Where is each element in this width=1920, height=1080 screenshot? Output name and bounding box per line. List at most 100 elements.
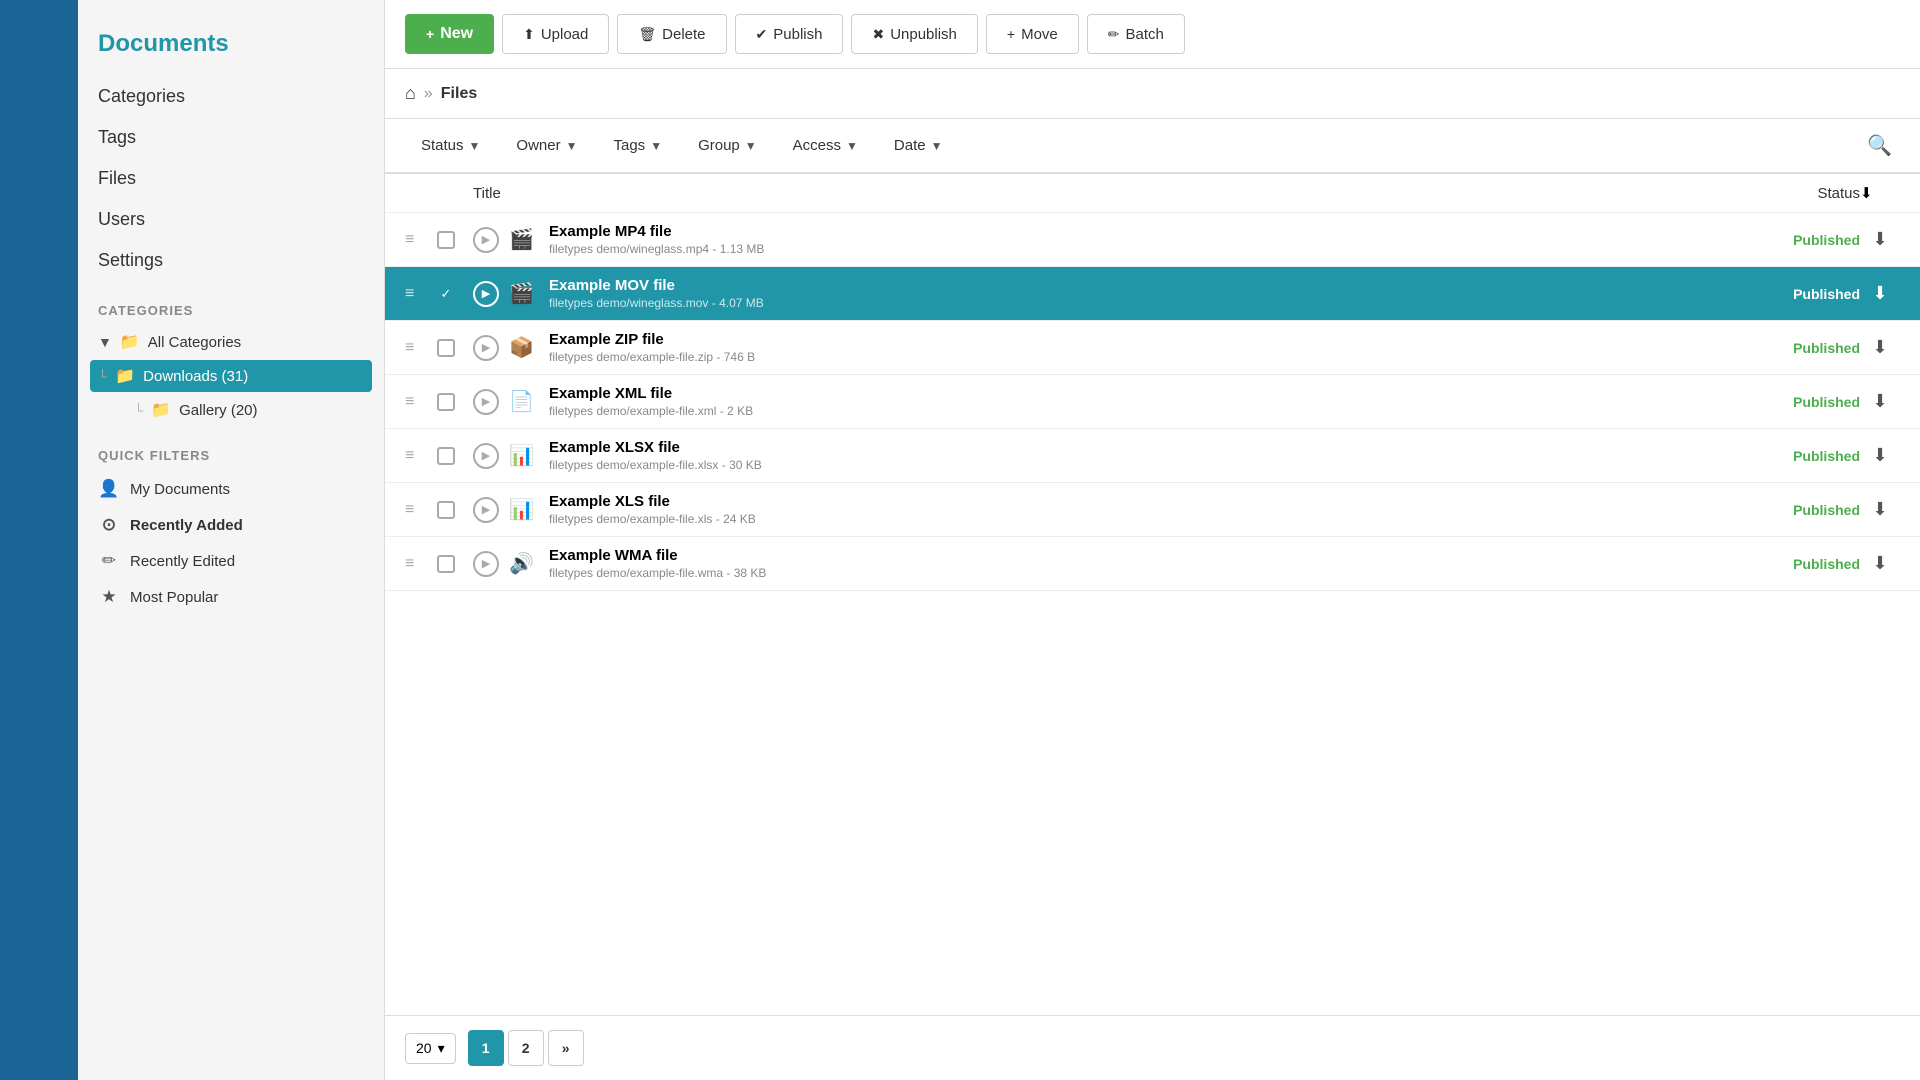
row-filetype-icon-5: 📊 [509,497,549,522]
category-item-0[interactable]: ▼📁All Categories [98,326,364,358]
filter-tags-label: Tags [614,137,646,154]
delete-label: Delete [662,26,705,43]
row-download-4[interactable]: ⬇ [1860,445,1900,466]
row-checkbox-1[interactable]: ✓ [437,285,473,303]
row-download-3[interactable]: ⬇ [1860,391,1900,412]
row-play-3[interactable]: ▶ [473,389,509,415]
filter-owner-arrow: ▼ [566,139,578,153]
qf-label-recently-added: Recently Added [130,517,243,534]
filter-group-button[interactable]: Group▼ [682,129,773,162]
page-button-2[interactable]: 2 [508,1030,544,1066]
row-download-6[interactable]: ⬇ [1860,553,1900,574]
page-next-button[interactable]: » [548,1030,584,1066]
row-drag-handle-0: ≡ [405,231,437,249]
row-download-5[interactable]: ⬇ [1860,499,1900,520]
filter-tags-button[interactable]: Tags▼ [598,129,679,162]
upload-label: Upload [541,26,589,43]
qf-icon-my-documents: 👤 [98,479,120,499]
quick-filter-recently-added[interactable]: ⊙Recently Added [98,507,364,543]
move-label: Move [1021,26,1058,43]
row-play-5[interactable]: ▶ [473,497,509,523]
filter-status-button[interactable]: Status ▼ [405,129,496,162]
row-checkbox-0[interactable] [437,231,473,249]
row-checkbox-2[interactable] [437,339,473,357]
quick-filter-most-popular[interactable]: ★Most Popular [98,579,364,615]
filter-access-button[interactable]: Access▼ [777,129,874,162]
category-label-0: All Categories [148,334,241,351]
move-button[interactable]: + Move [986,14,1079,54]
filter-date-label: Date [894,137,926,154]
filter-date-button[interactable]: Date▼ [878,129,959,162]
row-play-2[interactable]: ▶ [473,335,509,361]
category-item-2[interactable]: └📁Gallery (20) [134,394,364,426]
table-row[interactable]: ≡ ▶ 🎬 Example MP4 file filetypes demo/wi… [385,213,1920,267]
row-play-0[interactable]: ▶ [473,227,509,253]
filter-group-arrow: ▼ [745,139,757,153]
row-checkbox-5[interactable] [437,501,473,519]
breadcrumb-separator: » [424,85,433,103]
table-row[interactable]: ≡ ▶ 📊 Example XLS file filetypes demo/ex… [385,483,1920,537]
table-row[interactable]: ≡ ✓ ▶ 🎬 Example MOV file filetypes demo/… [385,267,1920,321]
row-filepath-4: filetypes demo/example-file.xlsx - 30 KB [549,458,1740,472]
row-drag-handle-2: ≡ [405,339,437,357]
row-info-4: Example XLSX file filetypes demo/example… [549,439,1740,472]
row-play-6[interactable]: ▶ [473,551,509,577]
row-drag-handle-3: ≡ [405,393,437,411]
page-size-select[interactable]: 20 ▾ [405,1033,456,1064]
sidebar-item-users[interactable]: Users [98,199,364,240]
quick-filter-my-documents[interactable]: 👤 My Documents [98,471,364,507]
delete-button[interactable]: 🗑Delete [617,14,726,54]
batch-label: Batch [1126,26,1164,43]
category-indent-marker-1: └ [98,369,107,384]
batch-icon: ✏ [1108,26,1120,43]
row-drag-handle-5: ≡ [405,501,437,519]
row-filename-5: Example XLS file [549,493,1740,510]
sidebar-item-tags[interactable]: Tags [98,117,364,158]
upload-icon: ⬆ [523,26,535,43]
qf-label-my-documents: My Documents [130,481,230,498]
batch-button[interactable]: ✏ Batch [1087,14,1185,54]
publish-button[interactable]: ✔Publish [735,14,844,54]
row-download-2[interactable]: ⬇ [1860,337,1900,358]
filter-status-label: Status [421,137,464,154]
row-info-2: Example ZIP file filetypes demo/example-… [549,331,1740,364]
filter-status-arrow: ▼ [469,139,481,153]
move-icon: + [1007,26,1015,42]
row-filepath-5: filetypes demo/example-file.xls - 24 KB [549,512,1740,526]
row-drag-handle-1: ≡ [405,285,437,303]
table-row[interactable]: ≡ ▶ 📊 Example XLSX file filetypes demo/e… [385,429,1920,483]
row-play-4[interactable]: ▶ [473,443,509,469]
quick-filter-recently-edited[interactable]: ✏Recently Edited [98,543,364,579]
upload-button[interactable]: ⬆ Upload [502,14,609,54]
sidebar-item-settings[interactable]: Settings [98,240,364,281]
row-filetype-icon-1: 🎬 [509,281,549,306]
row-filetype-icon-2: 📦 [509,335,549,360]
filter-owner-button[interactable]: Owner▼ [500,129,593,162]
row-checkbox-4[interactable] [437,447,473,465]
sidebar-item-files[interactable]: Files [98,158,364,199]
table-row[interactable]: ≡ ▶ 🔊 Example WMA file filetypes demo/ex… [385,537,1920,591]
category-item-1[interactable]: └📁Downloads (31) [90,360,372,392]
th-title: Title [473,185,1730,202]
row-status-0: Published [1740,232,1860,248]
row-download-0[interactable]: ⬇ [1860,229,1900,250]
row-play-1[interactable]: ▶ [473,281,509,307]
search-button[interactable]: 🔍 [1859,125,1900,166]
row-status-4: Published [1740,448,1860,464]
category-label-2: Gallery (20) [179,402,257,419]
sidebar-item-categories[interactable]: Categories [98,76,364,117]
new-button[interactable]: +New [405,14,494,54]
table-row[interactable]: ≡ ▶ 📦 Example ZIP file filetypes demo/ex… [385,321,1920,375]
row-checkbox-3[interactable] [437,393,473,411]
download-icon[interactable]: ⬇ [1860,185,1873,202]
table-header: Title Status ⬇ [385,174,1920,213]
page-button-1[interactable]: 1 [468,1030,504,1066]
row-download-1[interactable]: ⬇ [1860,283,1900,304]
unpublish-button[interactable]: ✖Unpublish [851,14,977,54]
row-checkbox-6[interactable] [437,555,473,573]
breadcrumb-current: Files [441,85,477,103]
row-filetype-icon-6: 🔊 [509,551,549,576]
breadcrumb-home-icon[interactable]: ⌂ [405,83,416,104]
toolbar: +New ⬆ Upload 🗑Delete✔Publish✖Unpublish + Mov… [385,0,1920,69]
table-row[interactable]: ≡ ▶ 📄 Example XML file filetypes demo/ex… [385,375,1920,429]
